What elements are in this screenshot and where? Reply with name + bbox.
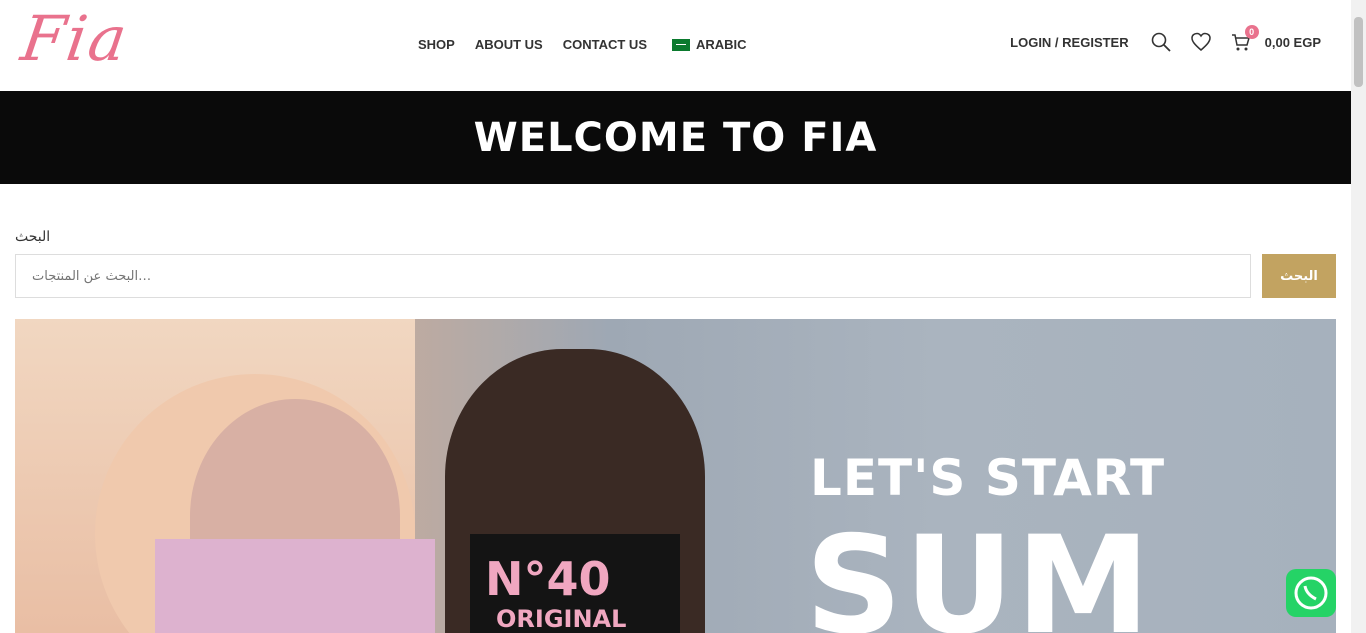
main-nav: SHOP ABOUT US CONTACT US ARABIC [418,37,767,52]
scrollbar-thumb[interactable] [1354,17,1363,87]
saudi-flag-icon[interactable] [672,38,690,51]
hero-heading: LET'S START [810,449,1166,507]
search-icon[interactable] [1149,30,1173,54]
page-scrollbar[interactable] [1351,0,1366,633]
search-label: البحث [15,228,51,244]
nav-shop[interactable]: SHOP [418,37,455,52]
hero-pink-shirt [155,539,435,633]
hero-hoodie-print-line2: ORIGINAL [496,605,627,633]
nav-about-us[interactable]: ABOUT US [475,37,543,52]
login-register-link[interactable]: LOGIN / REGISTER [1010,35,1128,50]
hero-slider[interactable]: N°40 ORIGINAL LET'S START SUM [15,319,1336,633]
banner-title: WELCOME TO FIA [473,114,878,161]
search-input[interactable] [15,254,1251,298]
cart-icon[interactable]: 0 [1229,25,1259,54]
site-logo[interactable]: Fia [17,2,133,75]
cart-badge: 0 [1244,25,1259,39]
cart-total[interactable]: 0,00 EGP [1265,35,1321,50]
whatsapp-icon[interactable] [1286,569,1336,617]
welcome-banner: WELCOME TO FIA [0,91,1351,184]
hero-subheading: SUM [805,507,1153,633]
search-button[interactable]: البحث [1262,254,1336,298]
header-actions: LOGIN / REGISTER 0 0,00 EGP [1010,25,1321,54]
heart-icon[interactable] [1189,30,1213,54]
hero-hoodie-print: N°40 [485,552,611,606]
nav-arabic[interactable]: ARABIC [696,37,747,52]
nav-contact-us[interactable]: CONTACT US [563,37,647,52]
site-header: Fia SHOP ABOUT US CONTACT US ARABIC LOGI… [0,0,1351,91]
